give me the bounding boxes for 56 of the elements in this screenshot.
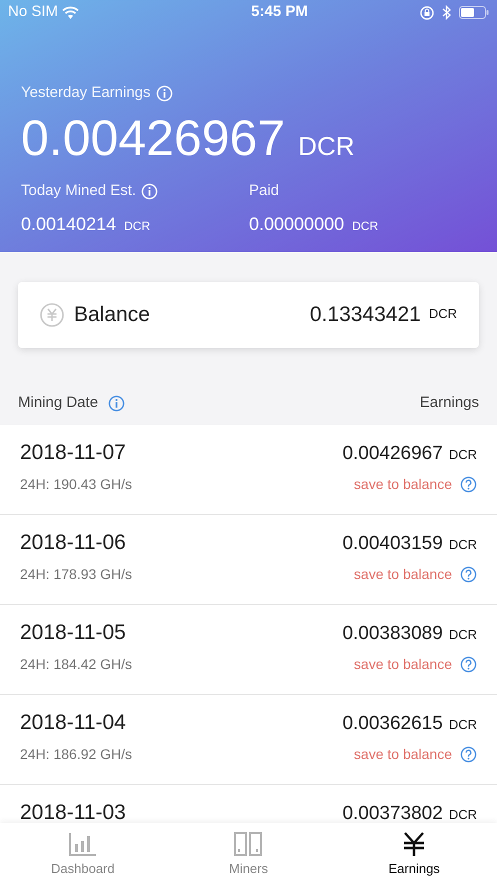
yesterday-earnings-label: Yesterday Earnings [21, 83, 151, 103]
help-icon[interactable] [460, 656, 477, 673]
save-to-balance-link[interactable]: save to balance [354, 744, 452, 765]
hashrate-text: 24H: 186.92 GH/s [20, 745, 132, 764]
amount-text: 0.00403159 [342, 532, 443, 556]
unit-text: DCR [448, 806, 477, 823]
unit-text: DCR [448, 716, 477, 734]
earnings-label: Earnings [420, 393, 479, 413]
amount-text: 0.00362615 [342, 712, 443, 736]
unit-text: DCR [448, 626, 477, 644]
unit-text: DCR [352, 218, 378, 234]
info-icon[interactable] [108, 394, 126, 412]
unit-text: DCR [428, 304, 457, 323]
yen-coin-icon [40, 303, 64, 327]
tab-bar-item[interactable]: Earnings [331, 823, 497, 883]
hashrate-text: 24H: 184.42 GH/s [20, 655, 132, 674]
mining-date-label: Mining Date [18, 393, 98, 413]
unit-text: DCR [448, 536, 477, 554]
yesterday-earnings-value: 0.00426967 [21, 108, 286, 168]
balance-value: 0.13343421 [310, 302, 421, 328]
today-mined-value: 0.00140214 [21, 212, 116, 236]
tab-bar-item[interactable]: Dashboard [0, 823, 166, 883]
rotation-lock-icon [420, 6, 434, 20]
date-text: 2018-11-06 [20, 530, 126, 556]
yen-icon [402, 832, 426, 856]
date-text: 2018-11-03 [20, 800, 126, 823]
clock-text: 5:45 PM [251, 2, 308, 22]
tab-bar-item[interactable]: Miners [166, 823, 332, 883]
help-icon[interactable] [460, 566, 477, 583]
carrier-text: No SIM [8, 2, 58, 22]
hashrate-text: 24H: 190.43 GH/s [20, 475, 132, 494]
unit-text: DCR [448, 446, 477, 464]
wifi-icon [62, 6, 80, 19]
amount-text: 0.00383089 [342, 622, 443, 646]
paid-value: 0.00000000 [249, 212, 344, 236]
balance-card[interactable]: Balance 0.13343421 DCR [18, 282, 479, 348]
today-mined-label: Today Mined Est. [21, 181, 136, 202]
bar-chart-icon [68, 832, 97, 856]
save-to-balance-link[interactable]: save to balance [354, 474, 452, 495]
paid-label: Paid [249, 181, 280, 202]
date-text: 2018-11-07 [20, 440, 126, 466]
unit-text: DCR [124, 218, 150, 234]
save-to-balance-link[interactable]: save to balance [354, 564, 452, 585]
bluetooth-icon [442, 5, 451, 20]
amount-text: 0.00426967 [342, 442, 443, 466]
help-icon[interactable] [460, 746, 477, 763]
date-text: 2018-11-04 [20, 710, 126, 736]
help-icon[interactable] [460, 476, 477, 493]
save-to-balance-link[interactable]: save to balance [354, 654, 452, 675]
hashrate-text: 24H: 178.93 GH/s [20, 565, 132, 584]
battery-icon [459, 6, 489, 19]
unit-text: DCR [298, 130, 355, 162]
date-text: 2018-11-05 [20, 620, 126, 646]
amount-text: 0.00373802 [342, 802, 443, 823]
miners-icon [234, 832, 262, 856]
balance-label: Balance [74, 302, 150, 328]
